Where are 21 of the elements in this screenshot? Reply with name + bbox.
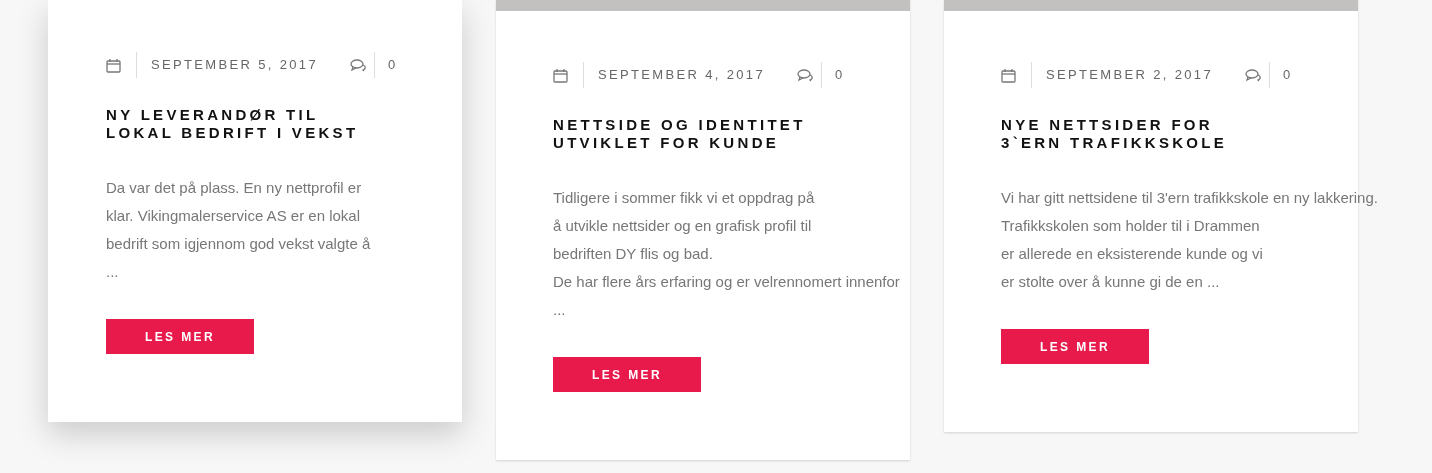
- post-excerpt: Tidligere i sommer fikk vi et oppdrag på å utvikle nettsider og en grafisk profil til bedriften DY flis og bad. De har flere års erfaring og er velrennomert innenfor ...: [553, 188, 900, 320]
- comments-icon: [796, 68, 814, 82]
- read-more-button[interactable]: LES MER: [106, 319, 254, 354]
- post-date: SEPTEMBER 2, 2017: [1046, 66, 1213, 85]
- comment-count: 0: [1282, 66, 1291, 85]
- post-excerpt: Da var det på plass. En ny nettprofil er klar. Vikingmalerservice AS er en lokal bedrift som igjennom god vekst valgte å ...: [106, 178, 371, 282]
- calendar-icon: [106, 57, 121, 73]
- comments-icon: [1244, 68, 1262, 82]
- read-more-button[interactable]: LES MER: [1001, 329, 1149, 364]
- post-title[interactable]: NETTSIDE OG IDENTITET UTVIKLET FOR KUNDE: [553, 116, 910, 152]
- post-title[interactable]: NY LEVERANDØR TIL LOKAL BEDRIFT I VEKST: [106, 106, 462, 142]
- comment-count: 0: [387, 56, 396, 75]
- calendar-icon: [553, 67, 568, 83]
- post-date: SEPTEMBER 4, 2017: [598, 66, 765, 85]
- calendar-icon: [1001, 67, 1016, 83]
- comments-icon: [349, 58, 367, 72]
- post-excerpt: Vi har gitt nettsidene til 3'ern trafikkskole en ny lakkering. Trafikkskolen som holder til i Drammen er allerede en eksisterende kunde og vi er stolte over å kunne gi de en ...: [1001, 188, 1378, 292]
- post-date: SEPTEMBER 5, 2017: [151, 56, 318, 75]
- read-more-button[interactable]: LES MER: [553, 357, 701, 392]
- comment-count: 0: [834, 66, 843, 85]
- post-title[interactable]: NYE NETTSIDER FOR 3`ERN TRAFIKKSKOLE: [1001, 116, 1358, 152]
